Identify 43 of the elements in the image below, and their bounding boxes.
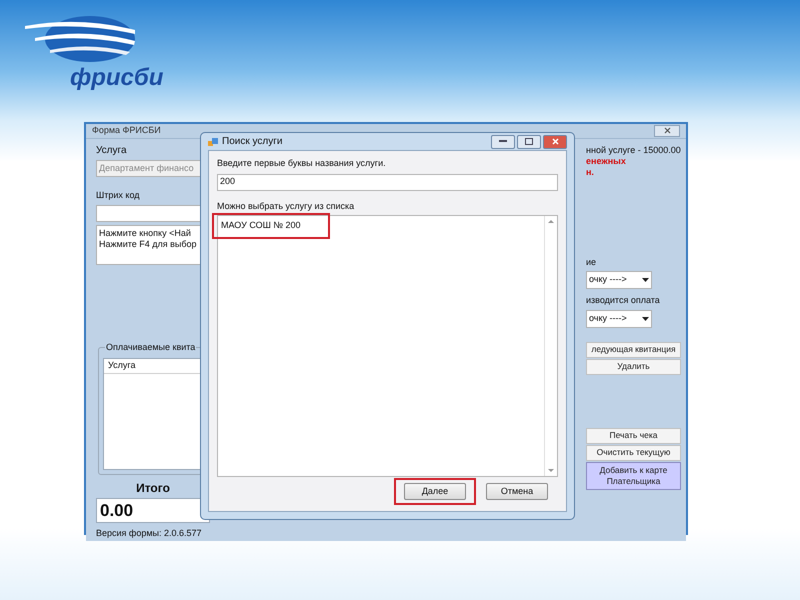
info-text: н. bbox=[586, 166, 595, 178]
action-button[interactable]: Печать чека bbox=[586, 428, 681, 444]
total-field: 0.00 bbox=[96, 498, 210, 523]
action-button[interactable]: Добавить к карте Плательщика bbox=[586, 462, 681, 490]
dialog-button[interactable]: Далее bbox=[404, 483, 466, 500]
logo-text: фрисби bbox=[70, 66, 164, 90]
version-text: Версия формы: 2.0.6.577 bbox=[96, 527, 203, 540]
hint-line: Нажмите F4 для выбор bbox=[99, 239, 198, 250]
scrollbar[interactable] bbox=[544, 216, 557, 476]
minimize-button[interactable] bbox=[491, 134, 515, 148]
combo-label: изводится оплата bbox=[586, 294, 661, 307]
combo-box[interactable]: очку ----> bbox=[586, 310, 652, 328]
maximize-icon bbox=[525, 138, 533, 145]
hint-line: Нажмите кнопку <Най bbox=[99, 228, 192, 239]
list-label: Можно выбрать услугу из списка bbox=[217, 200, 356, 213]
prompt-text: Введите первые буквы названия услуги. bbox=[217, 157, 387, 170]
window-title: Форма ФРИСБИ bbox=[92, 124, 161, 137]
close-icon bbox=[552, 138, 558, 145]
scroll-down-icon bbox=[548, 469, 554, 472]
column-header[interactable]: Услуга bbox=[108, 359, 136, 373]
action-button[interactable]: Удалить bbox=[586, 358, 681, 374]
caret-icon bbox=[642, 316, 649, 320]
caret-icon bbox=[642, 278, 649, 282]
dialog-button[interactable]: Отмена bbox=[486, 483, 548, 500]
action-button[interactable]: Очистить текущую bbox=[586, 444, 681, 460]
info-text: енежных bbox=[586, 156, 627, 166]
scroll-up-icon bbox=[548, 220, 554, 223]
total-label: Итого bbox=[136, 480, 170, 497]
info-text: нной услуге - 15000.00 bbox=[586, 144, 682, 156]
combo-box[interactable]: очку ----> bbox=[586, 271, 652, 289]
list-item[interactable]: МАОУ СОШ № 200 bbox=[220, 218, 302, 234]
minimize-icon bbox=[499, 140, 507, 143]
app-icon bbox=[208, 136, 218, 146]
close-button[interactable] bbox=[543, 134, 567, 148]
dialog-title: Поиск услуги bbox=[222, 135, 282, 149]
close-button[interactable] bbox=[654, 124, 680, 137]
search-field[interactable]: 200 bbox=[217, 174, 558, 190]
barcode-label: Штрих код bbox=[96, 188, 141, 202]
close-icon bbox=[664, 127, 670, 134]
maximize-button[interactable] bbox=[517, 134, 541, 148]
combo-label: ие bbox=[586, 256, 598, 268]
service-label: Услуга bbox=[96, 144, 128, 158]
action-button[interactable]: ледующая квитанция bbox=[586, 342, 681, 358]
